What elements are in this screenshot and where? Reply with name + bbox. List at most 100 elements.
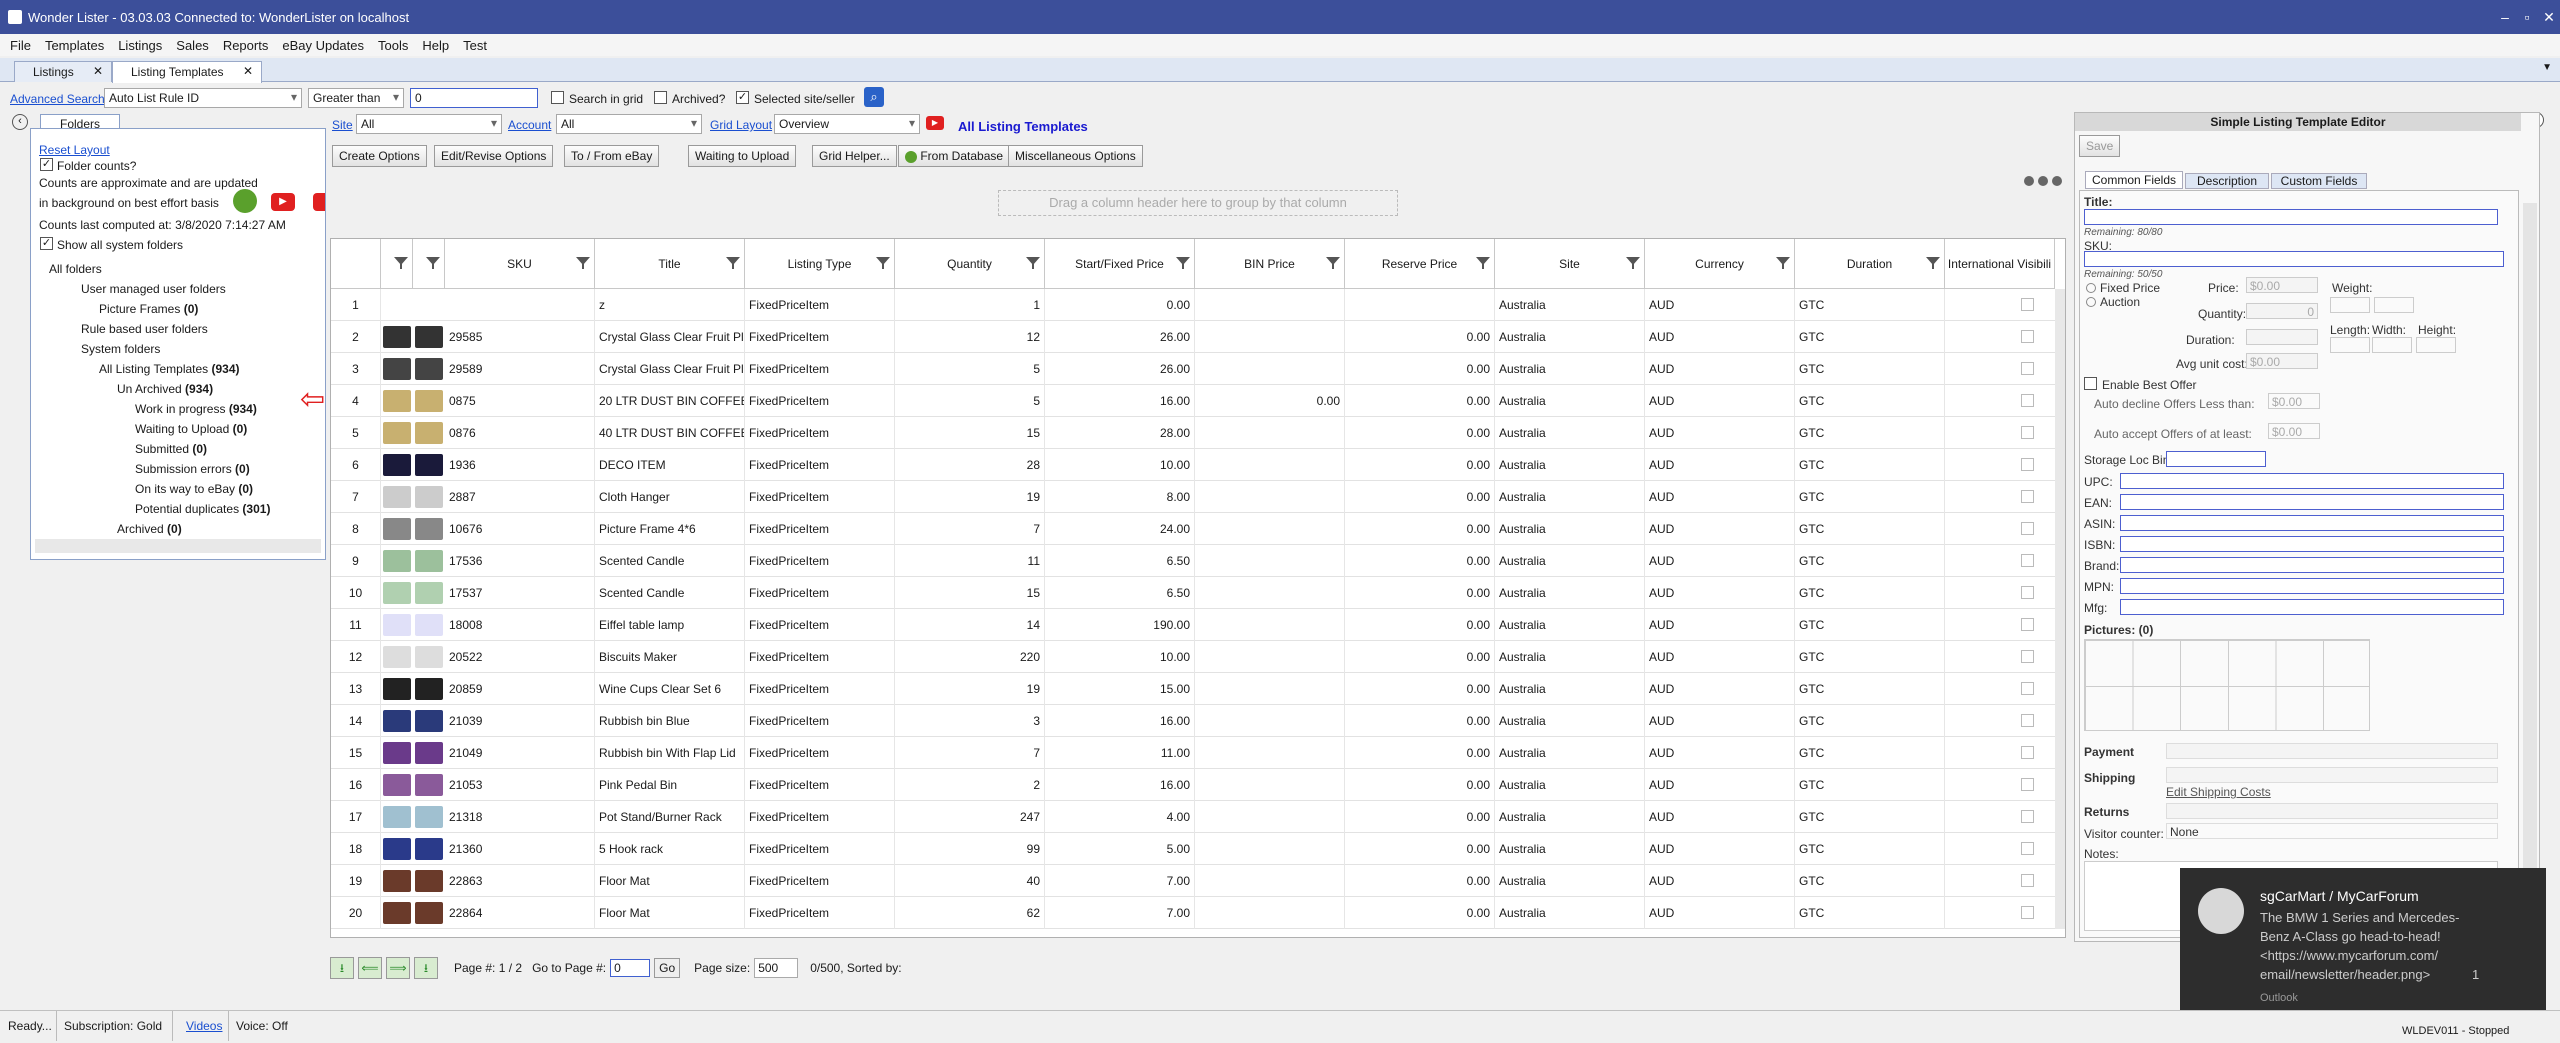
site-cell[interactable]: Australia xyxy=(1495,289,1645,321)
listing-type-cell[interactable]: FixedPriceItem xyxy=(745,417,895,449)
tab-description[interactable]: Description xyxy=(2185,173,2269,189)
bin-price-cell[interactable] xyxy=(1195,545,1345,577)
row-number[interactable]: 19 xyxy=(331,865,381,897)
start-price-cell[interactable]: 7.00 xyxy=(1045,897,1195,929)
currency-cell[interactable]: AUD xyxy=(1645,385,1795,417)
currency-cell[interactable]: AUD xyxy=(1645,897,1795,929)
duration-cell[interactable]: GTC xyxy=(1795,481,1945,513)
intl-visibility-checkbox[interactable] xyxy=(2021,458,2034,471)
quantity-cell[interactable]: 5 xyxy=(895,353,1045,385)
duration-cell[interactable]: GTC xyxy=(1795,801,1945,833)
row-number[interactable]: 15 xyxy=(331,737,381,769)
row-number[interactable]: 20 xyxy=(331,897,381,929)
tab-common-fields[interactable]: Common Fields xyxy=(2085,171,2183,189)
row-number[interactable]: 18 xyxy=(331,833,381,865)
table-row[interactable]: 16 21053 Pink Pedal Bin FixedPriceItem 2 16.0… xyxy=(331,769,2065,801)
listing-type-cell[interactable]: FixedPriceItem xyxy=(745,865,895,897)
sku-cell[interactable]: 21318 xyxy=(445,801,595,833)
start-price-cell[interactable]: 190.00 xyxy=(1045,609,1195,641)
duration-cell[interactable]: GTC xyxy=(1795,513,1945,545)
product-thumbnail[interactable] xyxy=(383,614,411,636)
sku-cell[interactable]: 17537 xyxy=(445,577,595,609)
account-select[interactable]: All xyxy=(556,114,702,134)
tree-on-its-way[interactable]: On its way to eBay (0) xyxy=(135,482,253,496)
row-number[interactable]: 16 xyxy=(331,769,381,801)
last-page-icon[interactable]: ⭳ xyxy=(414,957,438,979)
product-thumbnail[interactable] xyxy=(415,710,443,732)
product-thumbnail[interactable] xyxy=(383,774,411,796)
product-thumbnail[interactable] xyxy=(415,454,443,476)
first-page-icon[interactable]: ⭳ xyxy=(330,957,354,979)
start-price-cell[interactable]: 7.00 xyxy=(1045,865,1195,897)
product-thumbnail[interactable] xyxy=(383,742,411,764)
collapse-left-icon[interactable]: ‹ xyxy=(12,114,28,130)
quantity-cell[interactable]: 62 xyxy=(895,897,1045,929)
grid-layout-select[interactable]: Overview xyxy=(774,114,920,134)
start-price-cell[interactable]: 16.00 xyxy=(1045,769,1195,801)
bin-price-cell[interactable] xyxy=(1195,865,1345,897)
reserve-price-cell[interactable]: 0.00 xyxy=(1345,769,1495,801)
bin-price-cell[interactable] xyxy=(1195,897,1345,929)
videos-link[interactable]: Videos xyxy=(186,1019,222,1033)
quantity-cell[interactable]: 220 xyxy=(895,641,1045,673)
bin-price-cell[interactable] xyxy=(1195,673,1345,705)
mpn-input[interactable] xyxy=(2120,578,2504,594)
product-thumbnail[interactable] xyxy=(415,806,443,828)
intl-visibility-checkbox[interactable] xyxy=(2021,298,2034,311)
product-thumbnail[interactable] xyxy=(383,454,411,476)
bin-price-cell[interactable]: 0.00 xyxy=(1195,385,1345,417)
table-row[interactable]: 17 21318 Pot Stand/Burner Rack FixedPriceIt… xyxy=(331,801,2065,833)
table-row[interactable]: 1 z FixedPriceItem 1 0.00 Australia AUD GTC xyxy=(331,289,2065,321)
start-price-cell[interactable]: 5.00 xyxy=(1045,833,1195,865)
minimize-button[interactable]: – xyxy=(2494,9,2516,26)
duration-cell[interactable]: GTC xyxy=(1795,705,1945,737)
listing-type-cell[interactable]: FixedPriceItem xyxy=(745,545,895,577)
prev-page-icon[interactable]: ⟸ xyxy=(358,957,382,979)
advanced-search-link[interactable]: Advanced Search xyxy=(10,92,105,106)
asin-input[interactable] xyxy=(2120,515,2504,531)
start-price-cell[interactable]: 16.00 xyxy=(1045,385,1195,417)
product-thumbnail[interactable] xyxy=(415,838,443,860)
misc-options-button[interactable]: Miscellaneous Options xyxy=(1008,145,1143,167)
search-value-input[interactable]: 0 xyxy=(410,88,538,108)
quantity-cell[interactable]: 15 xyxy=(895,417,1045,449)
duration-cell[interactable]: GTC xyxy=(1795,289,1945,321)
start-price-cell[interactable]: 8.00 xyxy=(1045,481,1195,513)
product-thumbnail[interactable] xyxy=(415,646,443,668)
table-row[interactable]: 3 29589 Crystal Glass Clear Fruit Plat Fixe… xyxy=(331,353,2065,385)
reserve-price-cell[interactable]: 0.00 xyxy=(1345,353,1495,385)
table-row[interactable]: 15 21049 Rubbish bin With Flap Lid FixedPri… xyxy=(331,737,2065,769)
filter-icon[interactable] xyxy=(1626,257,1640,269)
product-thumbnail[interactable] xyxy=(383,486,411,508)
quantity-cell[interactable]: 19 xyxy=(895,673,1045,705)
site-cell[interactable]: Australia xyxy=(1495,673,1645,705)
table-row[interactable]: 18 21360 5 Hook rack FixedPriceItem 99 5.00 0.… xyxy=(331,833,2065,865)
title-cell[interactable]: Biscuits Maker xyxy=(595,641,745,673)
product-thumbnail[interactable] xyxy=(415,614,443,636)
quantity-cell[interactable]: 99 xyxy=(895,833,1045,865)
mfg-input[interactable] xyxy=(2120,599,2504,615)
currency-cell[interactable]: AUD xyxy=(1645,865,1795,897)
title-cell[interactable]: 5 Hook rack xyxy=(595,833,745,865)
sku-header[interactable]: SKU xyxy=(445,239,595,289)
reserve-price-cell[interactable]: 0.00 xyxy=(1345,865,1495,897)
reserve-price-cell[interactable]: 0.00 xyxy=(1345,577,1495,609)
product-thumbnail[interactable] xyxy=(383,422,411,444)
site-cell[interactable]: Australia xyxy=(1495,801,1645,833)
tab-listings[interactable]: Listings ✕ xyxy=(14,61,112,82)
site-cell[interactable]: Australia xyxy=(1495,641,1645,673)
tab-listing-templates[interactable]: Listing Templates ✕ xyxy=(112,61,262,83)
title-cell[interactable]: Rubbish bin Blue xyxy=(595,705,745,737)
site-cell[interactable]: Australia xyxy=(1495,705,1645,737)
waiting-to-upload-button[interactable]: Waiting to Upload xyxy=(688,145,797,167)
start-price-cell[interactable]: 0.00 xyxy=(1045,289,1195,321)
listing-type-cell[interactable]: FixedPriceItem xyxy=(745,769,895,801)
site-select[interactable]: All xyxy=(356,114,502,134)
title-cell[interactable]: 20 LTR DUST BIN COFFEE CO xyxy=(595,385,745,417)
quantity-cell[interactable]: 15 xyxy=(895,577,1045,609)
currency-cell[interactable]: AUD xyxy=(1645,801,1795,833)
auto-decline-input[interactable]: $0.00 xyxy=(2268,393,2320,409)
quantity-cell[interactable]: 11 xyxy=(895,545,1045,577)
reserve-price-cell[interactable]: 0.00 xyxy=(1345,737,1495,769)
listing-type-header[interactable]: Listing Type xyxy=(745,239,895,289)
